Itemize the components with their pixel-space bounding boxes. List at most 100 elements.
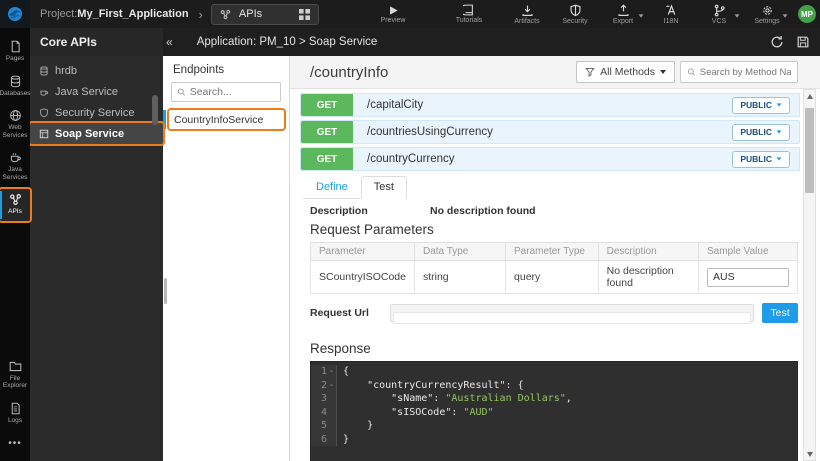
tutorials-label: Tutorials bbox=[456, 17, 483, 24]
code-token: } bbox=[343, 433, 349, 447]
test-button[interactable]: Test bbox=[762, 303, 798, 323]
user-avatar[interactable]: MP bbox=[798, 5, 816, 23]
core-api-item-hrdb[interactable]: hrdb bbox=[30, 60, 163, 81]
main-scrollbar[interactable] bbox=[803, 89, 816, 461]
application-bar-actions bbox=[770, 35, 820, 49]
scroll-down-icon bbox=[807, 452, 813, 457]
line-number: 1 bbox=[311, 365, 327, 379]
access-dropdown[interactable]: PUBLIC bbox=[732, 124, 790, 141]
response-code-editor[interactable]: 1-{ 2- "countryCurrencyResult": { 3 "sNa… bbox=[310, 361, 798, 461]
artifacts-button[interactable]: Artifacts bbox=[504, 4, 550, 25]
fold-marker[interactable]: - bbox=[327, 379, 337, 393]
refresh-icon[interactable] bbox=[770, 35, 784, 49]
api-icon bbox=[9, 193, 22, 206]
code-token: { bbox=[343, 365, 349, 379]
breadcrumb-chevron-icon: › bbox=[199, 7, 203, 22]
security-button[interactable]: Security bbox=[552, 4, 598, 25]
code-line: 3 "sName": "Australian Dollars", bbox=[311, 392, 797, 406]
more-icon[interactable]: ••• bbox=[8, 432, 22, 455]
apis-tab-label: APIs bbox=[239, 8, 291, 20]
method-row-countriesusingcurrency[interactable]: GET /countriesUsingCurrency PUBLIC bbox=[300, 120, 800, 144]
code-token: "sISOCode": bbox=[343, 406, 463, 420]
cell-sample-value bbox=[699, 261, 798, 294]
core-api-item-java-service[interactable]: Java Service bbox=[30, 81, 163, 102]
tutorials-button[interactable]: Tutorials bbox=[446, 4, 492, 24]
method-path: /countryCurrency bbox=[353, 148, 732, 170]
methods-filter-dropdown[interactable]: All Methods bbox=[576, 61, 675, 83]
endpoint-label: CountryInfoService bbox=[169, 110, 284, 129]
top-bar: Project:My_First_Application › APIs Prev… bbox=[0, 0, 820, 28]
line-number: 6 bbox=[311, 433, 327, 447]
column-header-data-type: Data Type bbox=[414, 243, 505, 261]
tab-define[interactable]: Define bbox=[303, 176, 361, 199]
collapse-panel-icon[interactable]: « bbox=[163, 35, 179, 49]
description-value: No description found bbox=[430, 205, 536, 217]
settings-button[interactable]: Settings bbox=[744, 4, 790, 25]
method-path: /capitalCity bbox=[353, 94, 732, 116]
method-search bbox=[680, 61, 798, 83]
fold-marker bbox=[327, 433, 337, 447]
core-api-label: Soap Service bbox=[55, 128, 124, 140]
access-caret-icon bbox=[777, 157, 782, 160]
sidebar-item-pages[interactable]: Pages bbox=[0, 36, 30, 68]
panel-resize-grip[interactable] bbox=[164, 278, 167, 304]
tab-test[interactable]: Test bbox=[361, 176, 407, 199]
sidebar-item-java-services[interactable]: Java Services bbox=[0, 147, 30, 186]
test-tab-content: Description No description found Request… bbox=[290, 205, 820, 461]
fold-marker[interactable]: - bbox=[327, 365, 337, 379]
sample-value-input[interactable] bbox=[707, 268, 789, 287]
method-detail-tabs: Define Test bbox=[303, 176, 820, 199]
method-row-capitalcity[interactable]: GET /capitalCity PUBLIC bbox=[300, 93, 800, 117]
sidebar-item-apis[interactable]: APIs bbox=[0, 189, 30, 221]
vcs-button[interactable]: VCS bbox=[696, 4, 742, 25]
scroll-up-button[interactable] bbox=[804, 90, 815, 102]
scrollbar-thumb[interactable] bbox=[805, 108, 814, 193]
database-icon bbox=[9, 75, 22, 88]
endpoints-search-input[interactable] bbox=[190, 86, 275, 98]
core-api-item-soap-service[interactable]: Soap Service bbox=[30, 123, 163, 144]
line-number: 5 bbox=[311, 419, 327, 433]
code-token: , bbox=[566, 392, 572, 406]
column-header-parameter: Parameter bbox=[311, 243, 415, 261]
cell-parameter-type: query bbox=[506, 261, 599, 294]
method-row-countrycurrency[interactable]: GET /countryCurrency PUBLIC bbox=[300, 147, 800, 171]
search-icon bbox=[177, 87, 186, 97]
preview-button[interactable]: Preview bbox=[370, 4, 416, 24]
grid-icon[interactable] bbox=[299, 9, 310, 20]
i18n-button[interactable]: I18N bbox=[648, 4, 694, 25]
scroll-up-icon bbox=[807, 94, 813, 99]
export-button[interactable]: Export bbox=[600, 4, 646, 25]
methods-list: GET /capitalCity PUBLIC GET /countriesUs… bbox=[290, 89, 820, 171]
cell-parameter: SCountryISOCode bbox=[311, 261, 415, 294]
request-url-input[interactable] bbox=[393, 312, 751, 324]
logo-icon bbox=[7, 6, 23, 22]
project-breadcrumb[interactable]: Project:My_First_Application bbox=[40, 8, 189, 20]
sidebar-item-file-explorer[interactable]: File Explorer bbox=[0, 356, 30, 395]
line-number: 2 bbox=[311, 379, 327, 393]
sidebar-item-logs[interactable]: Logs bbox=[0, 398, 30, 430]
cell-description: No description found bbox=[598, 261, 698, 294]
table-header-row: Parameter Data Type Parameter Type Descr… bbox=[311, 243, 798, 261]
save-icon[interactable] bbox=[796, 35, 810, 49]
method-search-input[interactable] bbox=[700, 67, 791, 78]
core-panel-scrollbar-thumb[interactable] bbox=[152, 95, 158, 125]
access-label: PUBLIC bbox=[740, 154, 772, 164]
description-label: Description bbox=[310, 205, 430, 217]
main-panel: /countryInfo All Methods GET /capitalCit… bbox=[290, 56, 820, 461]
access-dropdown[interactable]: PUBLIC bbox=[732, 97, 790, 114]
access-dropdown[interactable]: PUBLIC bbox=[732, 151, 790, 168]
wavemaker-logo[interactable] bbox=[0, 0, 30, 28]
scroll-down-button[interactable] bbox=[804, 448, 815, 460]
application-title: Application: PM_10 > Soap Service bbox=[197, 36, 378, 48]
core-api-item-security-service[interactable]: Security Service bbox=[30, 102, 163, 123]
sidebar-item-databases[interactable]: Databases bbox=[0, 71, 30, 103]
code-line: 6} bbox=[311, 433, 797, 447]
core-api-label: hrdb bbox=[55, 65, 77, 77]
folder-icon bbox=[9, 360, 22, 373]
sidebar-item-web-services[interactable]: Web Services bbox=[0, 105, 30, 144]
code-line: 2- "countryCurrencyResult": { bbox=[311, 379, 797, 393]
apis-workspace-tab[interactable]: APIs bbox=[211, 4, 319, 25]
soap-icon bbox=[39, 129, 49, 139]
line-number: 3 bbox=[311, 392, 327, 406]
endpoint-item-countryinfoservice[interactable]: CountryInfoService bbox=[163, 110, 289, 129]
